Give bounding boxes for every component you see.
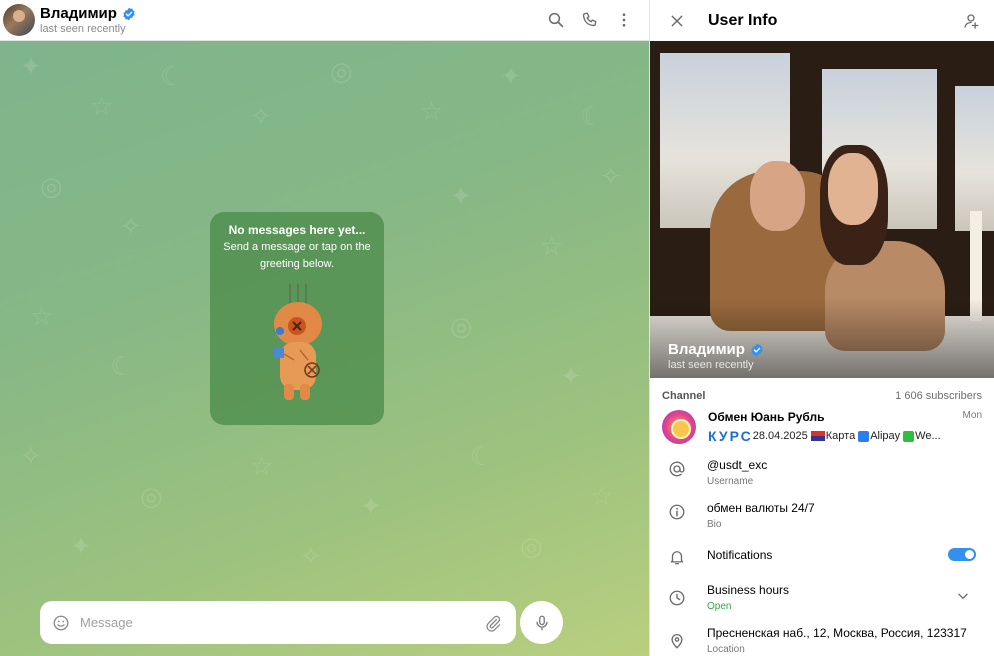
photo-user-status: last seen recently: [668, 359, 754, 371]
channel-label: Channel: [662, 390, 706, 402]
verified-icon: [751, 343, 763, 356]
channel-item[interactable]: Обмен Юань Рубль Mon КУРС 28.04.2025 Кар…: [650, 402, 994, 444]
search-button[interactable]: [545, 9, 567, 31]
info-header: User Info: [650, 0, 994, 41]
username-label: Username: [707, 476, 754, 487]
bio-value: обмен валюты 24/7: [707, 501, 815, 515]
location-pin-icon: [671, 634, 683, 649]
username-value: @usdt_exc: [707, 458, 768, 472]
photo-user-name: Владимир: [668, 341, 745, 358]
chevron-down-icon[interactable]: [956, 589, 970, 603]
channel-preview-we: We...: [915, 430, 941, 442]
chat-wallpaper: ✦ ☆ ☾ ✧ ◎ ☆ ✦ ☾ ◎ ✧ ✦ ☆ ✧ ☆ ☾ ◎ ✦ ✧ ◎ ☆ ✦ ☾ ☆ ✦ ✧ ◎ No me…: [0, 41, 649, 656]
bell-icon: [670, 551, 684, 565]
location-label: Location: [707, 644, 745, 655]
chat-title-block[interactable]: Владимир last seen recently: [40, 5, 136, 35]
notifications-row[interactable]: Notifications: [650, 546, 994, 566]
channel-time: Mon: [962, 410, 982, 421]
wechat-icon: [903, 430, 915, 442]
photo-name-row: Владимир: [668, 341, 764, 358]
empty-chat-title: No messages here yet...: [228, 223, 366, 237]
bio-label: Bio: [707, 519, 722, 530]
voodoo-doll-sticker[interactable]: [260, 284, 335, 409]
channel-preview-kurs: КУРС: [708, 428, 753, 444]
notifications-toggle[interactable]: [948, 548, 976, 561]
business-hours-status: Open: [707, 601, 732, 612]
message-composer: [40, 601, 516, 644]
edit-contact-icon: [964, 13, 979, 29]
message-input[interactable]: [80, 615, 484, 630]
chat-status: last seen recently: [40, 23, 126, 35]
alipay-icon: [858, 430, 870, 442]
location-row[interactable]: Пресненская наб., 12, Москва, Россия, 12…: [650, 626, 994, 655]
chat-pane: Владимир last seen recently ✦☆☾ ✧◎☆: [0, 0, 649, 656]
bio-row[interactable]: обмен валюты 24/7 Bio: [650, 501, 994, 530]
close-icon: [671, 15, 683, 26]
notifications-label: Notifications: [707, 548, 773, 562]
voice-record-button[interactable]: [520, 601, 563, 644]
verified-icon: [123, 7, 135, 20]
avatar[interactable]: [3, 4, 35, 36]
channel-preview-date: 28.04.2025: [752, 430, 808, 442]
search-icon: [548, 12, 564, 28]
chat-name: Владимир: [40, 5, 117, 22]
phone-icon: [582, 12, 597, 27]
more-vertical-icon: [622, 13, 626, 27]
channel-preview-card: Карта: [825, 430, 856, 442]
call-button[interactable]: [579, 9, 601, 31]
channel-avatar: [662, 410, 696, 444]
empty-chat-subtitle: Send a message or tap on the greeting be…: [223, 241, 371, 270]
channel-header: Channel 1 606 subscribers: [650, 378, 994, 402]
card-flag-icon: [810, 431, 825, 441]
more-button[interactable]: [613, 9, 635, 31]
business-hours-row[interactable]: Business hours Open: [650, 583, 994, 612]
info-icon: [669, 504, 685, 520]
info-title: User Info: [708, 11, 778, 29]
empty-chat-card: No messages here yet... Send a message o…: [210, 212, 384, 425]
location-value: Пресненская наб., 12, Москва, Россия, 12…: [707, 626, 967, 640]
profile-photo[interactable]: Владимир last seen recently: [650, 41, 994, 378]
at-icon: [669, 461, 685, 477]
emoji-icon[interactable]: [52, 614, 70, 632]
edit-contact-button[interactable]: [960, 10, 982, 32]
clock-icon: [669, 590, 685, 606]
channel-preview: КУРС 28.04.2025 Карта Alipay We...: [708, 428, 982, 444]
close-button[interactable]: [666, 10, 688, 32]
user-info-panel: User Info Владимир last seen recently Ch…: [649, 0, 994, 656]
business-hours-value: Business hours: [707, 583, 790, 597]
channel-preview-alipay: Alipay: [870, 430, 901, 442]
mic-icon: [535, 615, 548, 630]
attach-icon[interactable]: [484, 614, 502, 632]
chat-header[interactable]: Владимир last seen recently: [0, 0, 649, 41]
channel-subscribers: 1 606 subscribers: [895, 390, 982, 402]
channel-name: Обмен Юань Рубль: [708, 410, 825, 424]
username-row[interactable]: @usdt_exc Username: [650, 458, 994, 487]
